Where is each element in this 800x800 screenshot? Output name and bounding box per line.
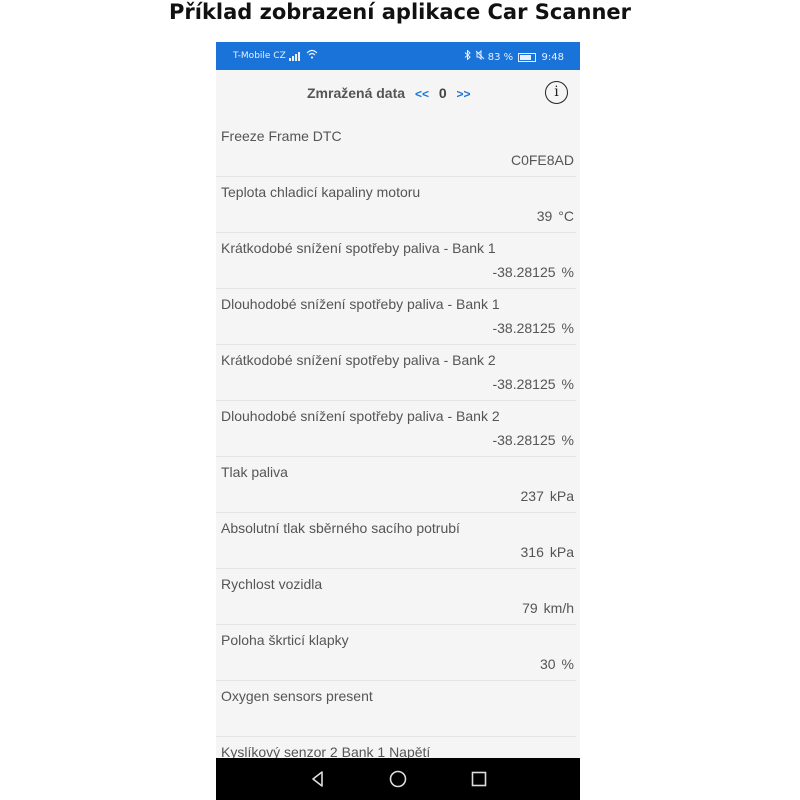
android-nav-bar	[216, 758, 580, 800]
bluetooth-icon	[464, 49, 474, 63]
recents-icon[interactable]	[468, 768, 490, 790]
list-item[interactable]: Rychlost vozidla 79 km/h	[216, 569, 576, 625]
list-item[interactable]: Poloha škrticí klapky 30%	[216, 625, 576, 681]
list-item[interactable]: Krátkodobé snížení spotřeby paliva - Ban…	[216, 233, 576, 289]
item-value: -38.28125%	[492, 376, 574, 392]
item-value: -38.28125%	[492, 432, 574, 448]
phone-screen: T-Mobile CZ 83 % 9:48 Zmražená data << 0…	[216, 42, 580, 800]
item-label: Tlak paliva	[221, 464, 288, 480]
item-label: Krátkodobé snížení spotřeby paliva - Ban…	[221, 240, 496, 256]
back-icon[interactable]	[307, 768, 329, 790]
item-value: 237 kPa	[520, 488, 574, 504]
info-icon[interactable]: i	[545, 81, 568, 104]
list-item[interactable]: Oxygen sensors present	[216, 681, 576, 737]
item-label: Dlouhodobé snížení spotřeby paliva - Ban…	[221, 408, 500, 424]
carrier-name: T-Mobile CZ	[233, 51, 286, 61]
item-value: 39 °C	[536, 208, 574, 224]
freeze-frame-list: Freeze Frame DTC C0FE8AD Teplota chladic…	[216, 121, 580, 793]
item-label: Krátkodobé snížení spotřeby paliva - Ban…	[221, 352, 496, 368]
battery-percent: 83 %	[487, 52, 514, 63]
item-label: Teplota chladicí kapaliny motoru	[221, 184, 421, 200]
item-label: Freeze Frame DTC	[221, 128, 342, 144]
item-label: Dlouhodobé snížení spotřeby paliva - Ban…	[221, 296, 500, 312]
frame-number: 0	[438, 85, 447, 101]
item-label: Rychlost vozidla	[221, 576, 323, 592]
list-item[interactable]: Freeze Frame DTC C0FE8AD	[216, 121, 576, 177]
list-item[interactable]: Absolutní tlak sběrného sacího potrubí 3…	[216, 513, 576, 569]
clock: 9:48	[541, 52, 564, 63]
list-item[interactable]: Dlouhodobé snížení spotřeby paliva - Ban…	[216, 401, 576, 457]
prev-frame-button[interactable]: <<	[415, 87, 429, 101]
status-right: 83 % 9:48	[464, 49, 564, 63]
page-caption: Příklad zobrazení aplikace Car Scanner	[169, 0, 631, 24]
signal-icon	[289, 51, 303, 61]
item-value: 30%	[539, 656, 574, 672]
item-value: C0FE8AD	[510, 152, 574, 168]
list-item[interactable]: Krátkodobé snížení spotřeby paliva - Ban…	[216, 345, 576, 401]
battery-icon	[518, 52, 537, 62]
item-value: -38.28125%	[492, 320, 574, 336]
mute-icon	[475, 49, 488, 63]
next-frame-button[interactable]: >>	[457, 87, 471, 101]
status-bar: T-Mobile CZ 83 % 9:48	[216, 42, 580, 70]
list-item[interactable]: Tlak paliva 237 kPa	[216, 457, 576, 513]
item-label: Poloha škrticí klapky	[221, 632, 349, 648]
item-value: 79 km/h	[522, 600, 574, 616]
app-header: Zmražená data << 0 >> i	[216, 70, 580, 116]
item-value: 316 kPa	[520, 544, 574, 560]
wifi-icon	[306, 49, 318, 62]
item-label: Absolutní tlak sběrného sacího potrubí	[221, 520, 460, 536]
item-value: -38.28125%	[492, 264, 574, 280]
home-icon[interactable]	[387, 768, 409, 790]
header-title-group: Zmražená data << 0 >>	[307, 85, 471, 101]
item-label: Oxygen sensors present	[221, 688, 373, 704]
list-item[interactable]: Teplota chladicí kapaliny motoru 39 °C	[216, 177, 576, 233]
list-item[interactable]: Dlouhodobé snížení spotřeby paliva - Ban…	[216, 289, 576, 345]
page-title: Zmražená data	[307, 85, 406, 101]
